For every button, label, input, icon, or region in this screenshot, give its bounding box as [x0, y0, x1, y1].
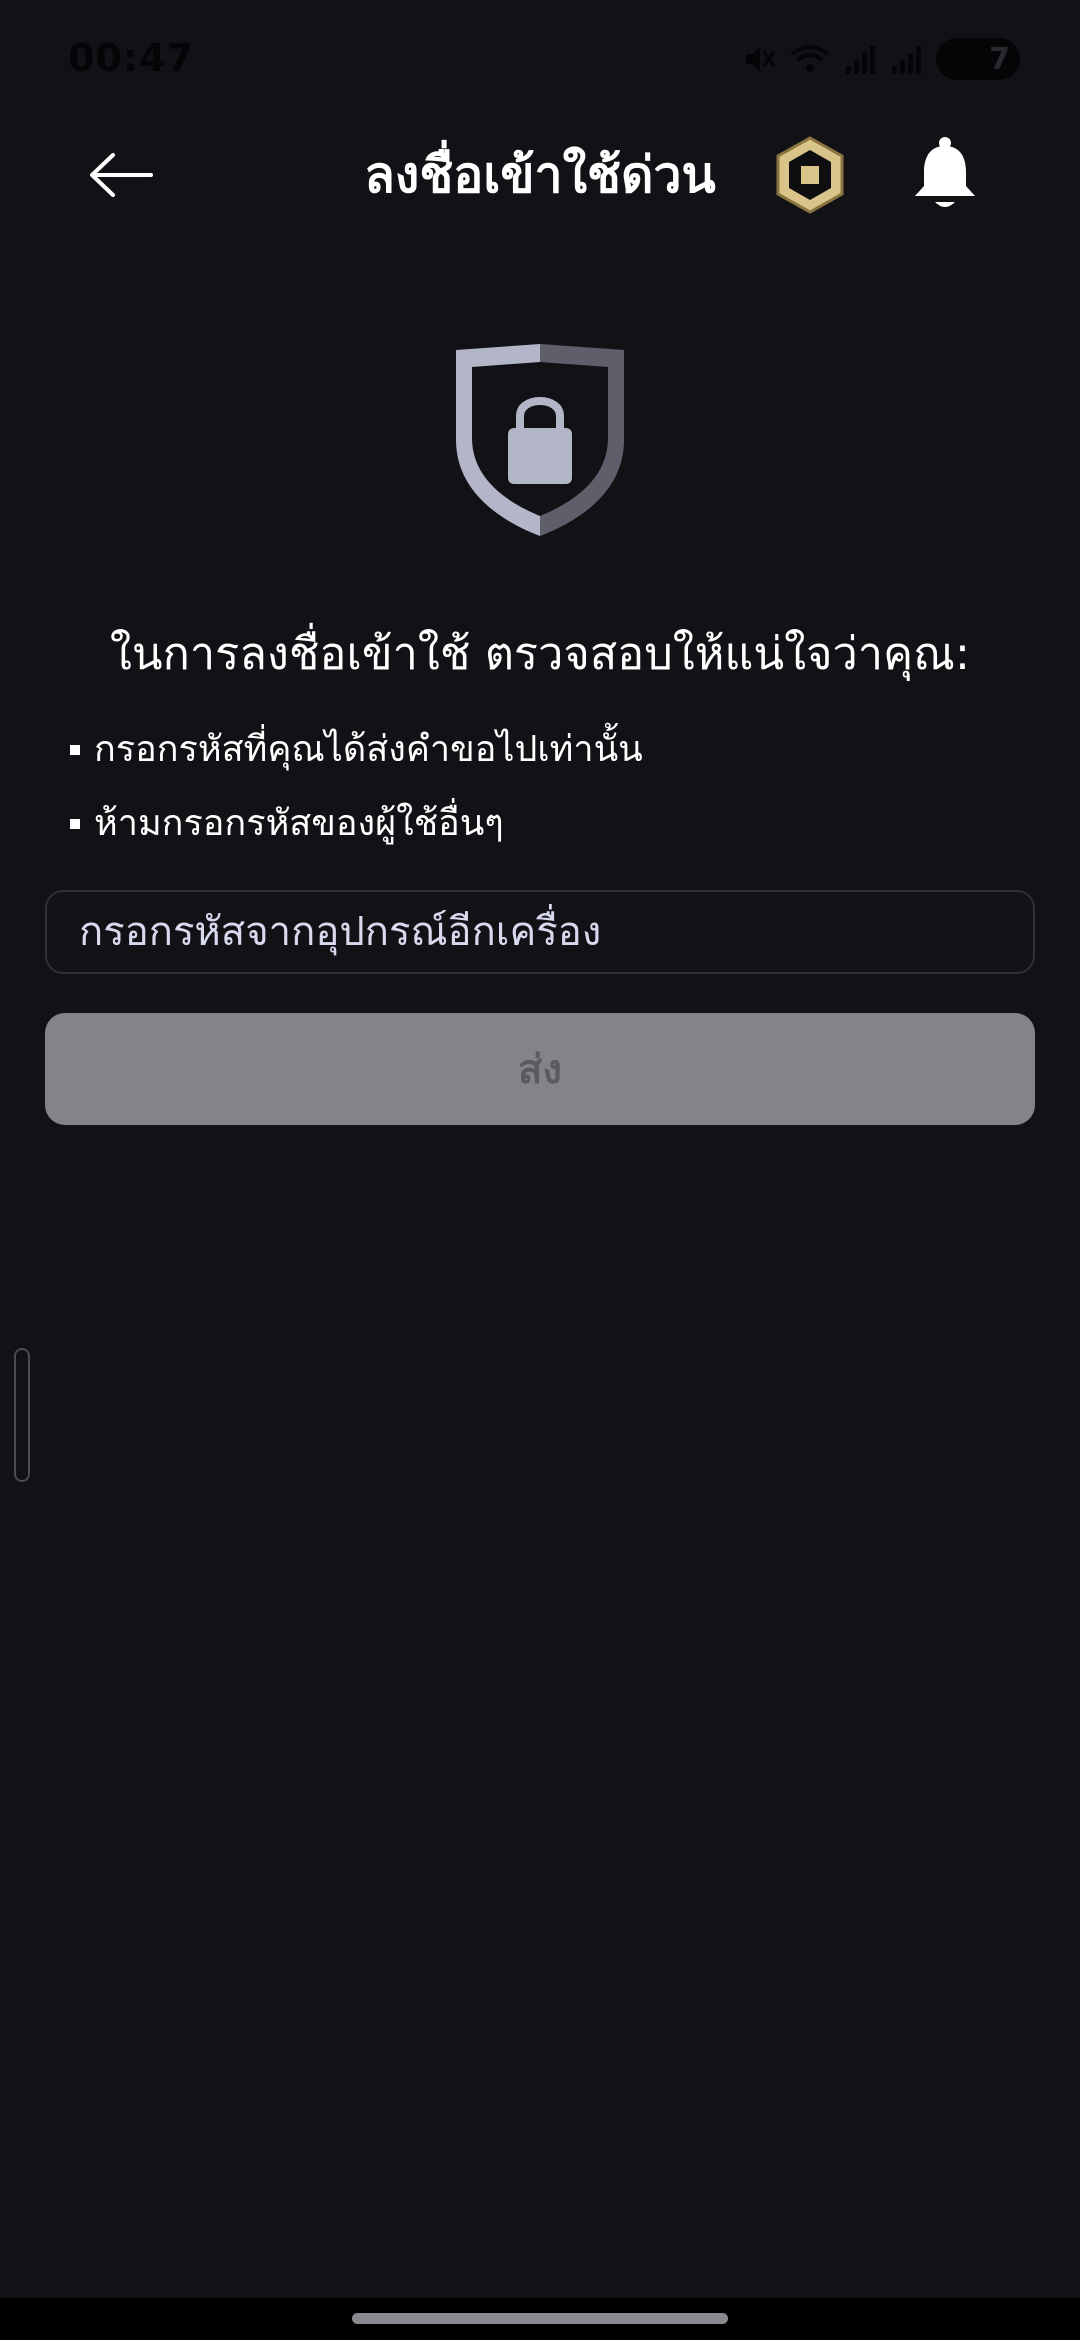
- battery-level: 7: [989, 41, 1010, 77]
- status-time: 00:47: [68, 36, 194, 80]
- rule-text: กรอกรหัสที่คุณได้ส่งคำขอไปเท่านั้น: [94, 729, 643, 770]
- robux-button[interactable]: [772, 134, 848, 216]
- back-button[interactable]: [80, 142, 160, 208]
- top-bar: ลงชื่อเข้าใช้ด่วน: [0, 120, 1080, 230]
- quick-login-screen: 00:47 7 ลงชื่อเข้าใช้ด่วน ในการลงชื่อเข้…: [0, 0, 1080, 2340]
- mute-icon: [746, 47, 776, 71]
- home-indicator[interactable]: [352, 2313, 728, 2324]
- shield-lock-icon: [456, 344, 624, 536]
- status-bar: 00:47 7: [0, 0, 1080, 120]
- scroll-handle[interactable]: [14, 1348, 30, 1482]
- signal-icon: [846, 46, 875, 74]
- wifi-icon: [790, 45, 830, 72]
- status-icons: 7: [742, 38, 1020, 80]
- rule-item: กรอกรหัสที่คุณได้ส่งคำขอไปเท่านั้น: [70, 724, 643, 776]
- rule-text: ห้ามกรอกรหัสของผู้ใช้อื่นๆ: [94, 803, 504, 844]
- instructions-heading: ในการลงชื่อเข้าใช้ ตรวจสอบให้แน่ใจว่าคุณ…: [109, 627, 971, 680]
- signal-icon: [892, 46, 921, 74]
- notification-button[interactable]: [910, 136, 980, 216]
- bullet-icon: [70, 819, 80, 829]
- shield-lock-illustration: [452, 340, 628, 540]
- back-arrow-icon: [90, 153, 153, 197]
- robux-icon: [776, 136, 844, 214]
- bell-icon: [915, 137, 975, 207]
- page-title: ลงชื่อเข้าใช้ด่วน: [364, 146, 716, 204]
- rule-item: ห้ามกรอกรหัสของผู้ใช้อื่นๆ: [70, 798, 504, 850]
- bullet-icon: [70, 745, 80, 755]
- code-input[interactable]: [45, 890, 1035, 974]
- submit-button[interactable]: ส่ง: [45, 1013, 1035, 1125]
- battery-icon: 7: [936, 38, 1020, 80]
